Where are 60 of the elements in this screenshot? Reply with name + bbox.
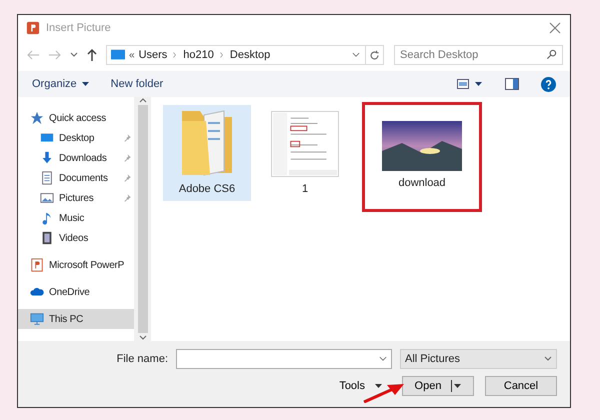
sidebar-item[interactable]: OneDrive: [18, 282, 134, 302]
file-name: download: [398, 177, 446, 189]
open-button[interactable]: Open: [402, 376, 474, 396]
address-bar[interactable]: « Users ho210 Desktop: [106, 45, 384, 65]
file-name: 1: [302, 183, 308, 195]
file-name-label: File name:: [116, 353, 168, 365]
pin-icon: [122, 153, 132, 163]
refresh-icon: [369, 50, 380, 60]
dialog-screenshot-thumbnail: [271, 111, 339, 177]
breadcrumb[interactable]: Users: [134, 49, 172, 61]
file-name: Adobe CS6: [178, 183, 236, 195]
caret-icon: [375, 384, 382, 388]
help-button[interactable]: [541, 76, 556, 92]
chevron-down-icon: [70, 52, 78, 58]
search-field[interactable]: Search Desktop: [394, 45, 563, 65]
scroll-down-icon: [138, 335, 146, 341]
breadcrumb[interactable]: Desktop: [226, 49, 274, 61]
sidebar-item[interactable]: This PC: [18, 309, 134, 329]
highlight-frame[interactable]: download: [365, 105, 479, 209]
download-arrow-icon: [40, 151, 54, 165]
view-options-button[interactable]: [457, 79, 483, 89]
tools-button[interactable]: Tools: [339, 380, 382, 392]
sidebar-item[interactable]: Documents: [18, 168, 134, 188]
new-folder-button[interactable]: New folder: [110, 78, 164, 90]
cancel-button[interactable]: Cancel: [485, 376, 557, 396]
powerpoint-icon: [30, 258, 44, 272]
sidebar-item[interactable]: Downloads: [18, 148, 134, 168]
sidebar-item[interactable]: Desktop: [18, 128, 134, 148]
file-type-dropdown[interactable]: All Pictures: [400, 349, 557, 369]
window-title: Insert Picture: [46, 22, 112, 34]
monitor-icon: [110, 48, 126, 62]
sidebar-item[interactable]: Pictures: [18, 188, 134, 208]
file-tile[interactable]: 1: [261, 105, 349, 201]
document-icon: [40, 171, 54, 185]
scroll-up-icon: [138, 97, 146, 103]
sidebar-item[interactable]: Quick access: [18, 108, 134, 128]
sidebar-item[interactable]: Music: [18, 208, 134, 228]
sidebar-item[interactable]: Microsoft PowerP: [18, 255, 134, 275]
search-icon: [546, 49, 557, 60]
picture-icon: [40, 191, 54, 205]
pin-icon: [122, 133, 132, 143]
scrollbar[interactable]: [134, 97, 151, 341]
caret-icon: [82, 82, 89, 86]
pin-icon: [122, 173, 132, 183]
breadcrumb[interactable]: ho210: [179, 49, 218, 61]
caret-icon: [454, 384, 462, 388]
film-icon: [40, 231, 54, 245]
sidebar-item[interactable]: Videos: [18, 228, 134, 248]
overflow-marker[interactable]: «: [129, 50, 135, 60]
powerpoint-icon: [26, 21, 40, 35]
file-tile[interactable]: Adobe CS6: [163, 105, 251, 201]
pin-icon: [122, 193, 132, 203]
close-button[interactable]: [548, 21, 562, 35]
star-icon: [30, 111, 44, 125]
preview-pane-button[interactable]: [505, 78, 519, 90]
file-name-field[interactable]: [176, 349, 392, 369]
up-button[interactable]: [86, 47, 98, 63]
chevron-down-icon: [544, 356, 552, 362]
monitor-icon: [30, 312, 44, 326]
organize-button[interactable]: Organize: [32, 78, 89, 90]
